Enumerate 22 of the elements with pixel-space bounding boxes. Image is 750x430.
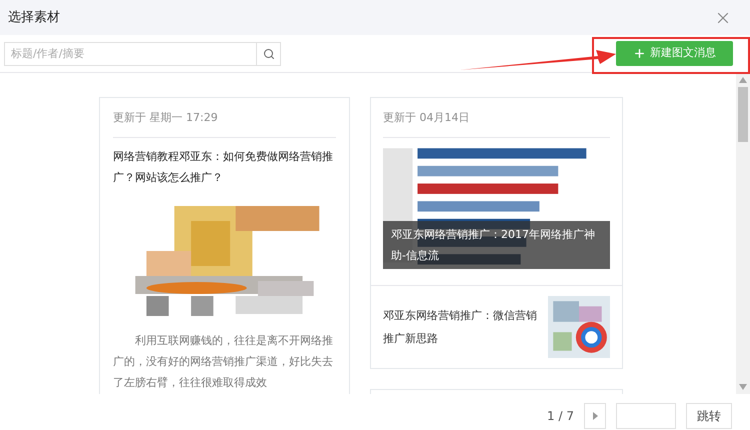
- search-field[interactable]: 标题/作者/摘要: [4, 42, 257, 66]
- material-card[interactable]: 更新于 04月14日 邓亚东网络营销推广：2017年网络推广神助-信息流 邓亚东网络营销推广：微信营销推广新思路: [370, 97, 623, 368]
- jump-button[interactable]: 跳转: [686, 403, 732, 429]
- page-indicator: 1 / 7: [547, 408, 574, 425]
- article-title: 邓亚东网络营销推广：微信营销推广新思路: [383, 308, 538, 346]
- article-title: 网络营销教程邓亚东：如何免费做网络营销推广？网站该怎么推广？: [113, 148, 334, 186]
- next-icon: [592, 412, 598, 420]
- scroll-down-icon[interactable]: [739, 384, 747, 390]
- scroll-up-icon[interactable]: [739, 77, 747, 83]
- update-time: 更新于 星期一 17:29: [113, 110, 336, 138]
- search-button[interactable]: [257, 42, 281, 66]
- dialog-title: 选择素材: [8, 8, 60, 27]
- update-time: 更新于 04月14日: [383, 110, 610, 138]
- plus-icon: [633, 47, 646, 60]
- scrollbar[interactable]: [736, 73, 750, 394]
- cover-title: 邓亚东网络营销推广：2017年网络推广神助-信息流: [383, 220, 610, 268]
- page-input[interactable]: [616, 403, 676, 429]
- search-icon: [262, 48, 274, 60]
- scroll-thumb[interactable]: [738, 87, 748, 142]
- next-page-button[interactable]: [584, 403, 606, 429]
- material-card[interactable]: 更新于 星期一 17:29 网络营销教程邓亚东：如何免费做网络营销推广？网站该怎么推广？ 利用互联网赚钱的，往往是离不开网络推广的，没有好的网络营销推广渠道，好比失去了左膀右臂，往往很难取得成效: [99, 97, 350, 394]
- article-summary: 利用互联网赚钱的，往往是离不开网络推广的，没有好的网络营销推广渠道，好比失去了左膀右臂，往往很难取得成效: [113, 332, 334, 390]
